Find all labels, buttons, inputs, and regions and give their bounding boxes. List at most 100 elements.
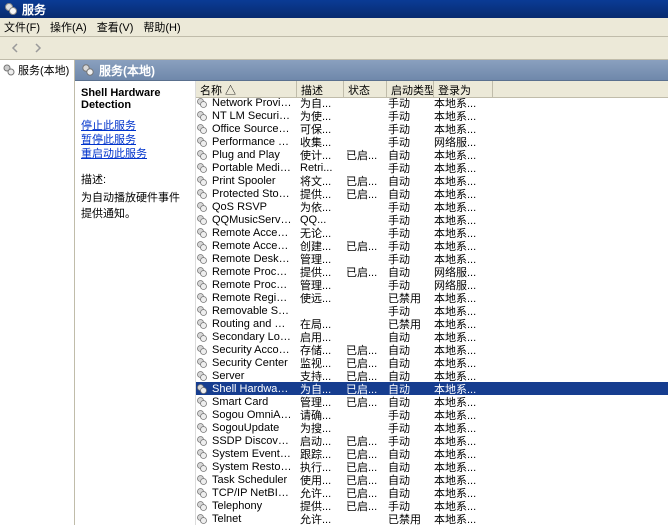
cell-desc: 允许... [296, 511, 342, 525]
menu-bar: 文件(F) 操作(A) 查看(V) 帮助(H) [0, 18, 668, 37]
gear-icon [196, 422, 208, 434]
description-text: 为自动播放硬件事件提供通知。 [81, 189, 189, 221]
gear-icon [196, 513, 208, 525]
cell-name: Performance Lo... [208, 136, 296, 148]
gear-icon [196, 487, 208, 499]
gear-icon [196, 175, 208, 187]
gear-icon [196, 240, 208, 252]
cell-name: Remote Desktop... [208, 253, 296, 265]
toolbar [0, 37, 668, 60]
col-desc[interactable]: 描述 [297, 81, 344, 97]
cell-status: 已启... [342, 264, 384, 280]
forward-button[interactable] [28, 39, 48, 57]
cell-name: Shell Hardware ... [208, 383, 296, 395]
menu-action[interactable]: 操作(A) [50, 19, 87, 35]
menu-file[interactable]: 文件(F) [4, 19, 40, 35]
column-headers: 名称 △ 描述 状态 启动类型 登录为 [196, 81, 668, 98]
window-titlebar: 服务 [0, 0, 668, 18]
gear-icon [196, 149, 208, 161]
cell-logon: 本地系... [430, 511, 488, 525]
gear-icon [196, 305, 208, 317]
cell-status: 已启... [342, 394, 384, 410]
gear-icon [196, 214, 208, 226]
cell-status: 已启... [342, 238, 384, 254]
cell-name: Security Accoun... [208, 344, 296, 356]
gear-icon [196, 253, 208, 265]
gear-icon [196, 383, 208, 395]
gear-icon [196, 461, 208, 473]
content-header: 服务(本地) [75, 60, 668, 81]
cell-name: Print Spooler [208, 175, 296, 187]
cell-name: Secondary Logon [208, 331, 296, 343]
cell-name: QoS RSVP [208, 201, 296, 213]
cell-name: Removable Stor... [208, 305, 296, 317]
gear-icon [196, 162, 208, 174]
cell-name: Remote Procedu... [208, 279, 296, 291]
cell-name: Remote Access ... [208, 240, 296, 252]
cell-name: Sogou OmniAdd... [208, 409, 296, 421]
cell-name: Office Source E... [208, 123, 296, 135]
cell-start: 已禁用 [384, 511, 430, 525]
tree-node-services-local[interactable]: 服务(本地) [2, 62, 72, 78]
cell-name: Smart Card [208, 396, 296, 408]
cell-status: 已启... [342, 147, 384, 163]
cell-name: Telnet [208, 513, 296, 525]
cell-name: System Event N... [208, 448, 296, 460]
gear-icon [196, 98, 208, 109]
cell-name: TCP/IP NetBIOS ... [208, 487, 296, 499]
gear-icon [196, 448, 208, 460]
cell-name: NT LM Security ... [208, 110, 296, 122]
cell-name: Task Scheduler [208, 474, 296, 486]
gear-icon [196, 188, 208, 200]
gear-icon [196, 409, 208, 421]
gear-icon [196, 344, 208, 356]
cell-name: Protected Storage [208, 188, 296, 200]
cell-name: Network Provisi... [208, 98, 296, 109]
tree-node-label: 服务(本地) [18, 62, 69, 78]
gear-icon [196, 318, 208, 330]
gear-icon [196, 292, 208, 304]
window-title: 服务 [22, 1, 46, 18]
cell-name: Telephony [208, 500, 296, 512]
col-logon[interactable]: 登录为 [434, 81, 493, 97]
service-rows[interactable]: IMAPI CD-Burnin...用 I...手动本地系...Internet… [196, 98, 668, 525]
cell-name: Remote Registry [208, 292, 296, 304]
cell-desc: 使计... [296, 147, 342, 163]
description-label: 描述: [81, 171, 189, 187]
back-button[interactable] [6, 39, 26, 57]
gear-icon [196, 266, 208, 278]
cell-name: SogouUpdate [208, 422, 296, 434]
detail-service-name: Shell Hardware Detection [81, 87, 189, 111]
cell-name: Routing and Re... [208, 318, 296, 330]
cell-name: Remote Procedu... [208, 266, 296, 278]
gear-icon [196, 227, 208, 239]
service-row[interactable]: Telnet允许... 已禁用本地系... [196, 512, 668, 525]
col-start[interactable]: 启动类型 [387, 81, 434, 97]
content-title: 服务(本地) [99, 62, 155, 79]
cell-name: System Restore ... [208, 461, 296, 473]
service-list: 名称 △ 描述 状态 启动类型 登录为 IMAPI CD-Burnin...用 … [196, 81, 668, 525]
menu-view[interactable]: 查看(V) [97, 19, 134, 35]
cell-name: SSDP Discovery ... [208, 435, 296, 447]
gear-icon [196, 396, 208, 408]
menu-help[interactable]: 帮助(H) [143, 19, 180, 35]
cell-desc: 为依... [296, 199, 342, 215]
action-restart-link[interactable]: 重启动此服务 [81, 147, 189, 161]
cell-name: Remote Access ... [208, 227, 296, 239]
action-pause-link[interactable]: 暂停此服务 [81, 133, 189, 147]
gear-icon [196, 500, 208, 512]
cell-name: Portable Media ... [208, 162, 296, 174]
col-status[interactable]: 状态 [344, 81, 387, 97]
cell-name: Security Center [208, 357, 296, 369]
nav-tree[interactable]: 服务(本地) [0, 60, 75, 525]
action-stop-link[interactable]: 停止此服务 [81, 119, 189, 133]
gear-icon [196, 123, 208, 135]
col-name[interactable]: 名称 △ [196, 81, 297, 97]
gear-icon [196, 331, 208, 343]
app-icon [4, 2, 18, 16]
gear-icon [196, 110, 208, 122]
detail-pane: Shell Hardware Detection 停止此服务 暂停此服务 重启动… [75, 81, 196, 525]
cell-name: QQMusicService [208, 214, 296, 226]
cell-status: 已启... [342, 186, 384, 202]
cell-name: Server [208, 370, 296, 382]
